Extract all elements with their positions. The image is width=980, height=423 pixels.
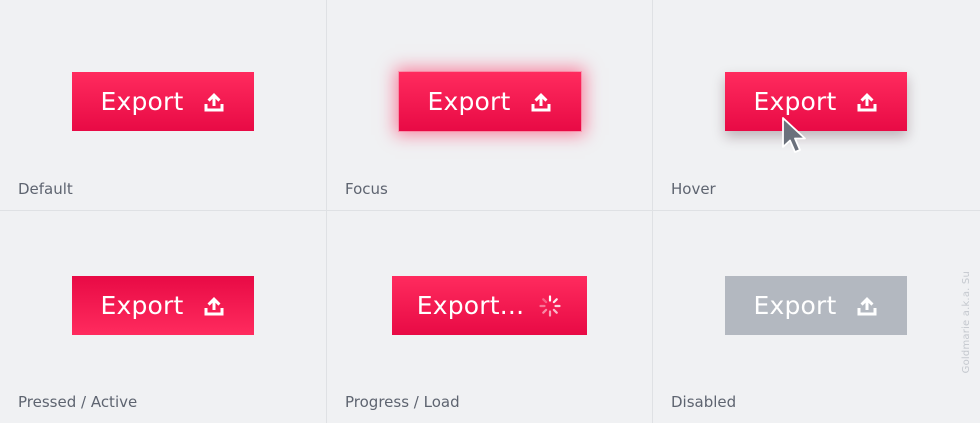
button-states-grid: Export Default Export Focus Export Hover… — [0, 0, 980, 423]
state-caption-focus: Focus — [345, 180, 388, 198]
state-cell-progress: Export... Progress / Load — [327, 211, 653, 423]
export-button-disabled: Export — [725, 276, 907, 335]
upload-icon — [202, 90, 226, 114]
state-cell-hover: Export Hover — [653, 0, 980, 211]
export-button-label: Export — [753, 87, 837, 116]
export-button-label: Export — [753, 291, 837, 320]
spinner-icon — [538, 294, 562, 318]
state-caption-pressed: Pressed / Active — [18, 393, 138, 411]
export-button-focus[interactable]: Export — [399, 72, 581, 131]
state-caption-default: Default — [18, 180, 73, 198]
state-cell-focus: Export Focus — [327, 0, 653, 211]
state-caption-hover: Hover — [671, 180, 716, 198]
watermark-credit: Goldmarie a.k.a. Su — [961, 270, 972, 373]
export-button-label: Export — [100, 87, 184, 116]
export-button-label: Export... — [416, 291, 525, 320]
export-button-label: Export — [427, 87, 511, 116]
state-cell-default: Export Default — [0, 0, 327, 211]
state-caption-progress: Progress / Load — [345, 393, 460, 411]
upload-icon — [855, 90, 879, 114]
upload-icon — [855, 294, 879, 318]
mouse-pointer-icon — [781, 117, 809, 157]
export-button-progress[interactable]: Export... — [392, 276, 587, 335]
state-cell-disabled: Export Goldmarie a.k.a. Su Disabled — [653, 211, 980, 423]
export-button-hover[interactable]: Export — [725, 72, 907, 131]
export-button-default[interactable]: Export — [72, 72, 254, 131]
state-cell-pressed: Export Pressed / Active — [0, 211, 327, 423]
upload-icon — [529, 90, 553, 114]
state-caption-disabled: Disabled — [671, 393, 737, 411]
export-button-label: Export — [100, 291, 184, 320]
export-button-pressed[interactable]: Export — [72, 276, 254, 335]
upload-icon — [202, 294, 226, 318]
